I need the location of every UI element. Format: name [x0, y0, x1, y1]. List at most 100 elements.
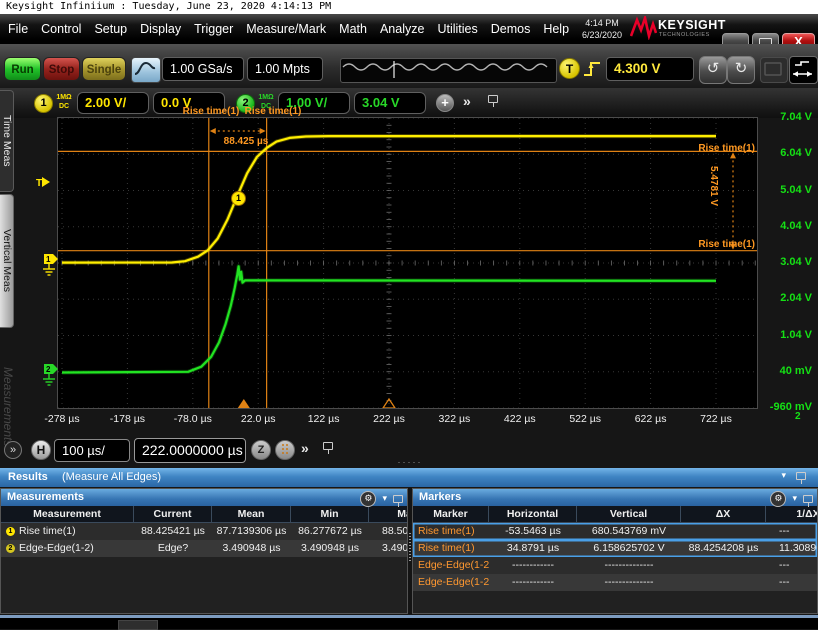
waveform-display-button[interactable]	[131, 57, 161, 83]
marker-dots-button[interactable]	[275, 440, 295, 460]
sidebar-tab-vertical-meas[interactable]: Vertical Meas	[0, 194, 14, 328]
table-row[interactable]: Edge-Edge(1-2---------------------------…	[413, 574, 817, 591]
markers-dropdown-icon[interactable]: ▾	[792, 490, 797, 507]
single-button[interactable]: Single	[82, 57, 126, 81]
measurements-table: MeasurementCurrentMeanMinMax1Rise time(1…	[1, 506, 407, 557]
channel-2-ground-marker[interactable]: 2	[40, 362, 58, 382]
timebase-scale-field[interactable]: 100 µs/	[54, 439, 130, 462]
timebase-position-field[interactable]: 222.0000000 µs	[134, 438, 246, 463]
trigger-edge-icon[interactable]	[582, 56, 604, 80]
table-row[interactable]: 2Edge-Edge(1-2)Edge?3.490948 µs3.490948 …	[1, 540, 407, 557]
column-header[interactable]: Min	[291, 506, 369, 523]
memory-depth-field[interactable]: 1.00 Mpts	[247, 57, 323, 81]
run-button[interactable]: Run	[4, 57, 41, 81]
channel-expand-chevrons[interactable]: »	[463, 93, 471, 109]
measurements-panel-header[interactable]: Measurements ⚙ ▾	[1, 489, 407, 506]
row-value: 3.4909	[369, 540, 408, 557]
menu-item-analyze[interactable]: Analyze	[380, 22, 424, 36]
clock[interactable]: 4:14 PM 6/23/2020	[574, 17, 630, 41]
column-header[interactable]: Horizontal	[489, 506, 577, 523]
row-value: ---	[766, 557, 818, 574]
channel-1-scale-field[interactable]: 2.00 V/	[77, 92, 149, 114]
clock-date: 6/23/2020	[574, 29, 630, 41]
acquisition-preview[interactable]	[340, 58, 557, 83]
column-header[interactable]: Vertical	[577, 506, 681, 523]
arrows-waveform-icon	[790, 57, 815, 81]
channel-1-coupling[interactable]: 1MΩ DC	[53, 93, 75, 111]
panel-expand-button[interactable]: »	[4, 441, 22, 459]
horizontal-button[interactable]: H	[31, 440, 51, 460]
menu-items: File Control Setup Display Trigger Measure/Ma…	[8, 14, 569, 44]
undo-button[interactable]: ↺	[699, 56, 727, 84]
menu-item-help[interactable]: Help	[543, 22, 569, 36]
column-header[interactable]: Marker	[413, 506, 489, 523]
measurements-gear-icon[interactable]: ⚙	[360, 491, 376, 507]
channel-2-offset-field[interactable]: 3.04 V	[354, 92, 426, 114]
results-header[interactable]: Results (Measure All Edges) ▾	[0, 468, 818, 487]
trigger-level-field[interactable]: 4.300 V	[606, 57, 694, 81]
markers-gear-icon[interactable]: ⚙	[770, 491, 786, 507]
trigger-source-button[interactable]: T	[559, 58, 580, 79]
rise-time-level-label-upper[interactable]: Rise time(1)	[675, 143, 755, 154]
rise-time-marker-label-2[interactable]: Rise time(1)	[230, 106, 316, 117]
channel-1-ground-marker[interactable]: 1	[40, 252, 58, 272]
row-value: 11.308965 k	[766, 540, 818, 557]
channel-1-impedance: 1MΩ	[53, 93, 75, 102]
trigger-level-marker[interactable]: T	[36, 177, 50, 189]
zoom-button[interactable]: Z	[251, 440, 271, 460]
clock-time: 4:14 PM	[574, 17, 630, 29]
markers-panel: Markers ⚙ ▾ MarkerHorizontalVerticalΔX1/…	[412, 488, 818, 614]
results-pin-icon[interactable]	[796, 472, 806, 480]
delta-y-label: 5.4781 V	[708, 166, 719, 206]
menu-item-utilities[interactable]: Utilities	[437, 22, 477, 36]
menu-item-file[interactable]: File	[8, 22, 28, 36]
scope-grid-svg	[58, 118, 757, 408]
table-row[interactable]: 1Rise time(1)88.425421 µs87.7139306 µs86…	[1, 523, 407, 540]
column-header[interactable]: ΔX	[681, 506, 766, 523]
time-label: -278 µs	[30, 413, 94, 425]
row-value: --------------	[577, 557, 681, 574]
scope-display[interactable]	[58, 118, 757, 408]
menu-item-setup[interactable]: Setup	[94, 22, 127, 36]
channel-pin-icon[interactable]	[488, 95, 498, 103]
table-row[interactable]: Rise time(1)34.8791 µs6.158625702 V88.42…	[413, 540, 817, 557]
column-header[interactable]: 1/ΔX	[766, 506, 818, 523]
markers-pin-icon[interactable]	[803, 495, 813, 503]
voltage-label: 6.04 V	[760, 147, 812, 159]
display-mode-button[interactable]	[760, 57, 788, 83]
preview-waveform-icon	[341, 59, 554, 80]
row-value: 88.425421 µs	[134, 523, 212, 540]
row-value: 88.507	[369, 523, 408, 540]
horizontal-pin-icon[interactable]	[323, 442, 333, 450]
table-row[interactable]: Rise time(1)-53.5463 µs680.543769 mV---	[413, 523, 817, 540]
menu-item-control[interactable]: Control	[41, 22, 81, 36]
results-drag-handle[interactable]: ·····	[388, 457, 432, 467]
stop-button[interactable]: Stop	[43, 57, 80, 81]
column-header[interactable]: Mean	[212, 506, 291, 523]
measurements-dropdown-icon[interactable]: ▾	[382, 490, 387, 507]
menu-item-math[interactable]: Math	[339, 22, 367, 36]
menu-item-trigger[interactable]: Trigger	[194, 22, 233, 36]
row-value: 6.158625702 V	[577, 540, 681, 557]
touch-button[interactable]	[789, 56, 818, 84]
channel-1-trace-badge[interactable]: 1	[231, 191, 246, 206]
horizontal-expand-chevrons[interactable]: »	[301, 440, 309, 456]
sample-rate-field[interactable]: 1.00 GSa/s	[162, 57, 244, 81]
waveform-curve-icon	[132, 58, 158, 80]
results-dropdown-icon[interactable]: ▾	[781, 470, 786, 481]
column-header[interactable]: Max	[369, 506, 408, 523]
menu-item-measure-mark[interactable]: Measure/Mark	[246, 22, 326, 36]
column-header[interactable]: Measurement	[1, 506, 134, 523]
menu-item-demos[interactable]: Demos	[491, 22, 531, 36]
sidebar-tab-time-meas[interactable]: Time Meas	[0, 90, 14, 192]
rise-time-level-label-lower[interactable]: Rise time(1)	[675, 239, 755, 250]
markers-panel-header[interactable]: Markers ⚙ ▾	[413, 489, 817, 506]
table-row[interactable]: Edge-Edge(1-2---------------------------…	[413, 557, 817, 574]
menu-item-display[interactable]: Display	[140, 22, 181, 36]
column-header[interactable]: Current	[134, 506, 212, 523]
row-value	[681, 523, 766, 540]
redo-button[interactable]: ↻	[727, 56, 755, 84]
channel-1-badge[interactable]: 1	[34, 94, 53, 113]
measurements-pin-icon[interactable]	[393, 495, 403, 503]
add-channel-button[interactable]: +	[436, 94, 454, 112]
